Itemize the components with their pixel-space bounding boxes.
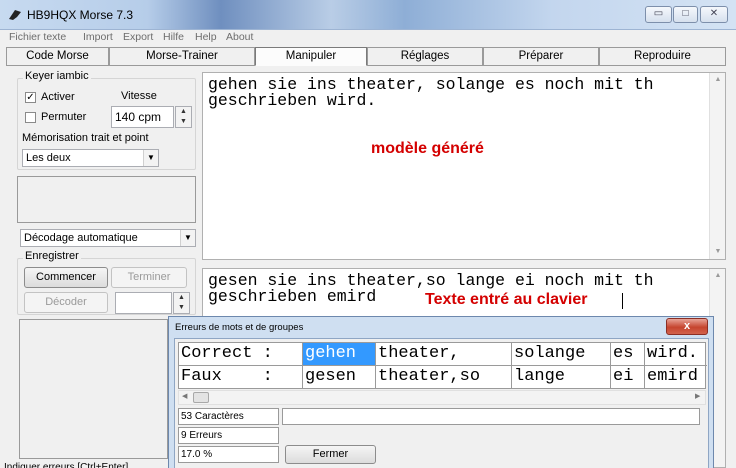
tab-reproduire[interactable]: Reproduire [599, 47, 726, 66]
scroll-right-icon[interactable]: ▶ [695, 392, 700, 400]
characters-count: 53 Caractères [178, 408, 279, 425]
decode-input[interactable] [115, 292, 172, 314]
tab-reglages[interactable]: Réglages [367, 47, 483, 66]
tab-manipuler[interactable]: Manipuler [255, 47, 367, 66]
chevron-down-icon[interactable]: ▼ [143, 150, 158, 166]
vitesse-label: Vitesse [121, 90, 157, 102]
decode-spinner[interactable]: ▲ ▼ [173, 292, 190, 314]
grid-row-label-faux: Faux : [179, 366, 303, 389]
tab-code-morse[interactable]: Code Morse [6, 47, 109, 66]
chevron-down-icon[interactable]: ▼ [180, 230, 195, 246]
keyer-group-title: Keyer iambic [23, 70, 91, 82]
record-group-title: Enregistrer [23, 250, 81, 262]
dialog-title: Erreurs de mots et de groupes [175, 322, 304, 333]
dialog-body: Correct : gehen theater, solange es wird… [174, 338, 709, 468]
spin-down-icon[interactable]: ▼ [176, 117, 191, 127]
decode-mode-select[interactable]: Décodage automatique ▼ [20, 229, 196, 247]
grid-cell[interactable]: emird [645, 366, 707, 389]
tab-morse-trainer[interactable]: Morse-Trainer [109, 47, 255, 66]
generated-scrollbar[interactable]: ▲ ▼ [709, 73, 725, 259]
activer-label: Activer [41, 91, 75, 103]
grid-cell[interactable]: theater,so [376, 366, 512, 389]
generated-annotation: modèle généré [371, 140, 484, 157]
window-title: HB9HQX Morse 7.3 [27, 8, 134, 22]
errors-grid: Correct : gehen theater, solange es wird… [178, 342, 707, 389]
scroll-up-icon[interactable]: ▲ [710, 73, 726, 87]
grid-cell[interactable]: lange [512, 366, 611, 389]
fermer-button[interactable]: Fermer [285, 445, 376, 464]
stop-button[interactable]: Terminer [111, 267, 187, 288]
tab-preparer[interactable]: Préparer [483, 47, 599, 66]
close-icon[interactable]: x [666, 318, 708, 335]
text-cursor [622, 293, 623, 309]
permuter-checkbox[interactable] [25, 112, 36, 123]
errors-dialog: Erreurs de mots et de groupes x Correct … [168, 316, 714, 468]
empty-panel-upper [17, 176, 196, 223]
spin-up-icon[interactable]: ▲ [174, 293, 189, 303]
maximize-icon[interactable]: □ [673, 6, 698, 23]
start-button[interactable]: Commencer [24, 267, 108, 288]
scroll-up-icon[interactable]: ▲ [710, 269, 726, 283]
generated-text-area[interactable]: gehen sie ins theater, solange es noch m… [202, 72, 726, 260]
typed-annotation: Texte entré au clavier [425, 291, 588, 308]
app-icon [9, 10, 21, 20]
decode-mode-value: Décodage automatique [24, 232, 138, 244]
errors-count: 9 Erreurs [178, 427, 279, 444]
info-field [282, 408, 700, 425]
memo-label: Mémorisation trait et point [22, 132, 149, 144]
memo-select[interactable]: Les deux ▼ [22, 149, 159, 167]
scroll-left-icon[interactable]: ◀ [182, 392, 187, 400]
error-percent: 17.0 % [178, 446, 279, 463]
grid-cell[interactable]: wird. [645, 343, 707, 366]
memo-select-value: Les deux [26, 152, 71, 164]
menu-import[interactable]: Import [83, 31, 113, 43]
status-bar: Indiquer erreurs [Ctrl+Enter] [4, 462, 129, 468]
scroll-down-icon[interactable]: ▼ [710, 245, 726, 259]
menu-bar: Fichier texte Import Export Hilfe Help A… [0, 30, 736, 46]
decode-button[interactable]: Décoder [24, 292, 108, 313]
permuter-label: Permuter [41, 111, 87, 123]
close-icon[interactable]: ✕ [700, 6, 728, 23]
typed-line-2: geschrieben emird [208, 287, 377, 306]
menu-export[interactable]: Export [123, 31, 153, 43]
typed-line-1: gesen sie ins theater,so lange ei noch m… [208, 271, 654, 290]
activer-checkbox[interactable]: ✓ [25, 92, 36, 103]
grid-cell[interactable]: ei [611, 366, 645, 389]
grid-cell[interactable]: theater, [376, 343, 512, 366]
grid-cell[interactable]: solange [512, 343, 611, 366]
title-bar[interactable]: HB9HQX Morse 7.3 ▭ □ ✕ [0, 0, 736, 30]
grid-row-label-correct: Correct : [179, 343, 303, 366]
vitesse-spinner[interactable]: ▲ ▼ [175, 106, 192, 128]
grid-cell[interactable]: gehen [303, 343, 376, 366]
grid-cell[interactable]: es [611, 343, 645, 366]
vitesse-input[interactable]: 140 cpm [111, 106, 174, 128]
generated-line-2: geschrieben wird. [208, 91, 377, 110]
grid-scrollbar[interactable]: ◀ ▶ [178, 390, 706, 405]
grid-cell[interactable]: gesen [303, 366, 376, 389]
menu-help[interactable]: Help [195, 31, 217, 43]
scroll-thumb[interactable] [193, 392, 209, 403]
generated-line-1: gehen sie ins theater, solange es noch m… [208, 75, 654, 94]
spin-up-icon[interactable]: ▲ [176, 107, 191, 117]
minimize-icon[interactable]: ▭ [645, 6, 672, 23]
menu-fichier-texte[interactable]: Fichier texte [9, 31, 66, 43]
menu-about[interactable]: About [226, 31, 253, 43]
menu-hilfe[interactable]: Hilfe [163, 31, 184, 43]
spin-down-icon[interactable]: ▼ [174, 303, 189, 313]
empty-panel-lower [19, 319, 168, 459]
